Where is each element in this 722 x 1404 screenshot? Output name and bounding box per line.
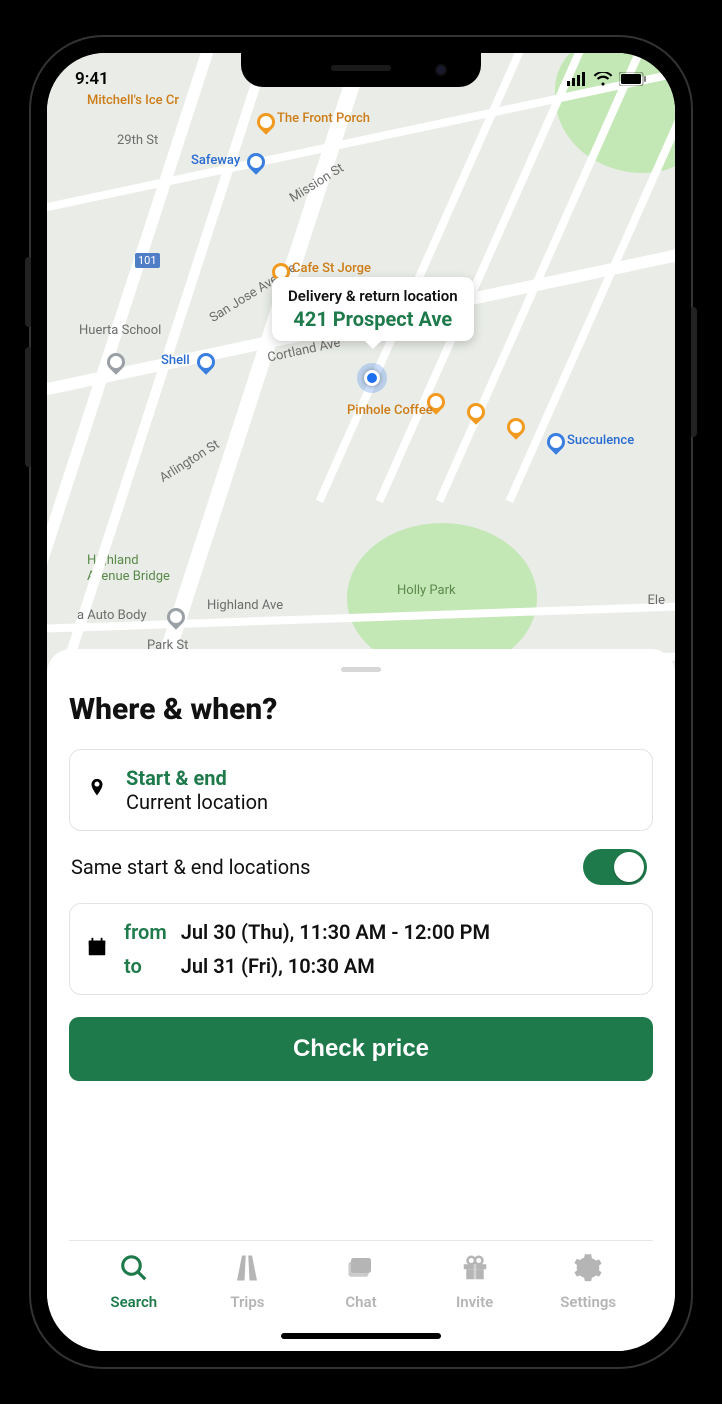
tab-trips[interactable]: Trips (191, 1253, 305, 1311)
bottom-sheet: Where & when? Start & end Current locati… (47, 649, 675, 1351)
poi-succulence-icon[interactable] (543, 429, 568, 454)
location-card[interactable]: Start & end Current location (69, 749, 653, 831)
status-time: 9:41 (75, 69, 109, 89)
callout-subtitle: Delivery & return location (288, 287, 458, 305)
sheet-title: Where & when? (69, 692, 653, 727)
poi-succulence: Succulence (567, 433, 634, 448)
search-icon (119, 1253, 149, 1287)
tab-search-label: Search (110, 1293, 157, 1311)
road-icon (232, 1253, 262, 1287)
map[interactable]: Holly Park Highland Avenue Bridge Missio… (47, 53, 675, 673)
poi-safeway-icon[interactable] (243, 149, 268, 174)
tab-settings-label: Settings (560, 1293, 616, 1311)
check-price-button[interactable]: Check price (69, 1017, 653, 1081)
same-locations-label: Same start & end locations (71, 855, 310, 879)
street-arlington: Arlington St (157, 437, 222, 486)
tab-settings[interactable]: Settings (531, 1253, 645, 1311)
poi-front-porch-icon[interactable] (253, 109, 278, 134)
date-card[interactable]: from Jul 30 (Thu), 11:30 AM - 12:00 PM t… (69, 903, 653, 995)
tab-search[interactable]: Search (77, 1253, 191, 1311)
tab-bar: Search Trips Chat (69, 1240, 653, 1321)
poi-shell: Shell (161, 353, 190, 368)
poi-huerta: Huerta School (79, 323, 161, 338)
from-value: Jul 30 (Thu), 11:30 AM - 12:00 PM (181, 920, 490, 944)
location-value: Current location (126, 790, 636, 814)
to-value: Jul 31 (Fri), 10:30 AM (181, 954, 490, 978)
phone-frame: 9:41 Holly Park Highland Avenue Bridge (31, 37, 691, 1367)
tab-trips-label: Trips (230, 1293, 264, 1311)
screen: 9:41 Holly Park Highland Avenue Bridge (47, 53, 675, 1351)
location-callout[interactable]: Delivery & return location 421 Prospect … (272, 277, 474, 341)
street-highland: Highland Ave (207, 598, 283, 613)
poi-pinhole: Pinhole Coffee (347, 403, 433, 418)
from-key: from (124, 920, 167, 944)
wifi-icon (593, 72, 613, 86)
location-label: Start & end (126, 766, 636, 790)
cellular-icon (567, 72, 587, 86)
calendar-icon (86, 936, 110, 963)
tab-invite[interactable]: Invite (418, 1253, 532, 1311)
tab-chat-label: Chat (345, 1293, 376, 1311)
street-29th: 29th St (117, 133, 158, 148)
gear-icon (573, 1253, 603, 1287)
tab-chat[interactable]: Chat (304, 1253, 418, 1311)
poi-ele: Ele (648, 593, 665, 608)
poi-cafe: Cafe St Jorge (292, 261, 371, 276)
pin-icon (86, 777, 110, 803)
park-label: Holly Park (397, 583, 456, 598)
tab-invite-label: Invite (456, 1293, 493, 1311)
home-indicator[interactable] (69, 1321, 653, 1351)
poi-safeway: Safeway (191, 153, 240, 168)
same-locations-toggle[interactable] (583, 849, 647, 885)
poi-orange-3[interactable] (503, 414, 528, 439)
sheet-grab-handle[interactable] (341, 667, 381, 672)
to-key: to (124, 954, 167, 978)
poi-autobody: a Auto Body (77, 608, 147, 623)
same-locations-row: Same start & end locations (69, 831, 653, 903)
current-location-dot (357, 363, 387, 393)
gift-icon (460, 1253, 490, 1287)
poi-front-porch: The Front Porch (277, 111, 370, 126)
battery-icon (619, 72, 647, 86)
callout-address: 421 Prospect Ave (288, 307, 458, 331)
notch (241, 53, 481, 87)
chat-icon (346, 1253, 376, 1287)
